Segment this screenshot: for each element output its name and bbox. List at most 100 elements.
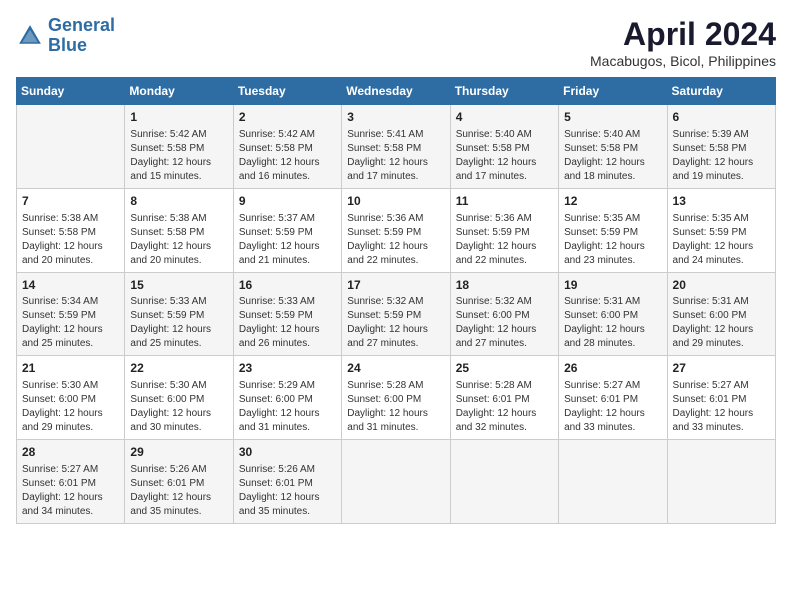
day-info: Sunrise: 5:26 AM Sunset: 6:01 PM Dayligh… <box>239 463 336 519</box>
day-info: Sunrise: 5:37 AM Sunset: 5:59 PM Dayligh… <box>239 212 336 268</box>
day-number: 13 <box>673 193 770 210</box>
day-info: Sunrise: 5:31 AM Sunset: 6:00 PM Dayligh… <box>673 295 770 351</box>
day-number: 27 <box>673 360 770 377</box>
day-info: Sunrise: 5:33 AM Sunset: 5:59 PM Dayligh… <box>239 295 336 351</box>
day-number: 11 <box>456 193 553 210</box>
header-wednesday: Wednesday <box>342 78 450 105</box>
calendar-row-1: 1 Sunrise: 5:42 AM Sunset: 5:58 PM Daylig… <box>17 105 776 189</box>
calendar-body: 1 Sunrise: 5:42 AM Sunset: 5:58 PM Daylig… <box>17 105 776 524</box>
day-info: Sunrise: 5:36 AM Sunset: 5:59 PM Dayligh… <box>456 212 553 268</box>
day-number: 24 <box>347 360 444 377</box>
calendar-row-3: 14Sunrise: 5:34 AM Sunset: 5:59 PM Dayli… <box>17 272 776 356</box>
calendar-cell <box>450 440 558 524</box>
day-number: 2 <box>239 109 336 126</box>
day-number: 12 <box>564 193 661 210</box>
calendar-cell: 6 Sunrise: 5:39 AM Sunset: 5:58 PM Daylig… <box>667 105 775 189</box>
day-info: Sunrise: 5:42 AM Sunset: 5:58 PM Dayligh… <box>130 128 227 184</box>
day-info: Sunrise: 5:28 AM Sunset: 6:00 PM Dayligh… <box>347 379 444 435</box>
day-number: 3 <box>347 109 444 126</box>
day-number: 25 <box>456 360 553 377</box>
calendar-cell: 22Sunrise: 5:30 AM Sunset: 6:00 PM Dayli… <box>125 356 233 440</box>
calendar-row-5: 28 Sunrise: 5:27 AM Sunset: 6:01 PM Dayli… <box>17 440 776 524</box>
calendar-cell: 4Sunrise: 5:40 AM Sunset: 5:58 PM Daylig… <box>450 105 558 189</box>
day-info: Sunrise: 5:35 AM Sunset: 5:59 PM Dayligh… <box>673 212 770 268</box>
header-saturday: Saturday <box>667 78 775 105</box>
calendar-cell: 25 Sunrise: 5:28 AM Sunset: 6:01 PM Dayli… <box>450 356 558 440</box>
day-number: 17 <box>347 277 444 294</box>
day-info: Sunrise: 5:32 AM Sunset: 5:59 PM Dayligh… <box>347 295 444 351</box>
day-info: Sunrise: 5:36 AM Sunset: 5:59 PM Dayligh… <box>347 212 444 268</box>
day-number: 14 <box>22 277 119 294</box>
day-number: 5 <box>564 109 661 126</box>
calendar-cell: 23 Sunrise: 5:29 AM Sunset: 6:00 PM Dayli… <box>233 356 341 440</box>
calendar-cell: 24 Sunrise: 5:28 AM Sunset: 6:00 PM Dayli… <box>342 356 450 440</box>
calendar-cell: 3 Sunrise: 5:41 AM Sunset: 5:58 PM Daylig… <box>342 105 450 189</box>
calendar-cell <box>342 440 450 524</box>
header-monday: Monday <box>125 78 233 105</box>
calendar-cell: 30Sunrise: 5:26 AM Sunset: 6:01 PM Dayli… <box>233 440 341 524</box>
calendar-cell <box>17 105 125 189</box>
day-info: Sunrise: 5:38 AM Sunset: 5:58 PM Dayligh… <box>130 212 227 268</box>
day-number: 23 <box>239 360 336 377</box>
calendar-cell: 5 Sunrise: 5:40 AM Sunset: 5:58 PM Daylig… <box>559 105 667 189</box>
day-number: 9 <box>239 193 336 210</box>
location-subtitle: Macabugos, Bicol, Philippines <box>590 53 776 69</box>
day-info: Sunrise: 5:30 AM Sunset: 6:00 PM Dayligh… <box>22 379 119 435</box>
day-info: Sunrise: 5:27 AM Sunset: 6:01 PM Dayligh… <box>673 379 770 435</box>
day-number: 4 <box>456 109 553 126</box>
day-number: 6 <box>673 109 770 126</box>
header-sunday: Sunday <box>17 78 125 105</box>
day-number: 8 <box>130 193 227 210</box>
day-info: Sunrise: 5:29 AM Sunset: 6:00 PM Dayligh… <box>239 379 336 435</box>
logo-line1: General <box>48 15 115 35</box>
day-number: 20 <box>673 277 770 294</box>
day-info: Sunrise: 5:27 AM Sunset: 6:01 PM Dayligh… <box>22 463 119 519</box>
day-number: 1 <box>130 109 227 126</box>
calendar-cell: 13 Sunrise: 5:35 AM Sunset: 5:59 PM Dayli… <box>667 188 775 272</box>
day-info: Sunrise: 5:26 AM Sunset: 6:01 PM Dayligh… <box>130 463 227 519</box>
calendar-cell: 27 Sunrise: 5:27 AM Sunset: 6:01 PM Dayli… <box>667 356 775 440</box>
calendar-cell: 26Sunrise: 5:27 AM Sunset: 6:01 PM Dayli… <box>559 356 667 440</box>
logo-text: General Blue <box>48 16 115 56</box>
header-thursday: Thursday <box>450 78 558 105</box>
calendar-row-4: 21 Sunrise: 5:30 AM Sunset: 6:00 PM Dayli… <box>17 356 776 440</box>
calendar-cell: 9 Sunrise: 5:37 AM Sunset: 5:59 PM Daylig… <box>233 188 341 272</box>
logo: General Blue <box>16 16 115 56</box>
day-number: 18 <box>456 277 553 294</box>
day-info: Sunrise: 5:28 AM Sunset: 6:01 PM Dayligh… <box>456 379 553 435</box>
calendar-cell: 29 Sunrise: 5:26 AM Sunset: 6:01 PM Dayli… <box>125 440 233 524</box>
day-number: 22 <box>130 360 227 377</box>
calendar-cell: 17Sunrise: 5:32 AM Sunset: 5:59 PM Dayli… <box>342 272 450 356</box>
logo-icon <box>16 22 44 50</box>
calendar-cell: 7Sunrise: 5:38 AM Sunset: 5:58 PM Daylig… <box>17 188 125 272</box>
day-number: 16 <box>239 277 336 294</box>
calendar-cell: 15Sunrise: 5:33 AM Sunset: 5:59 PM Dayli… <box>125 272 233 356</box>
day-info: Sunrise: 5:35 AM Sunset: 5:59 PM Dayligh… <box>564 212 661 268</box>
logo-line2: Blue <box>48 35 87 55</box>
calendar-cell: 28 Sunrise: 5:27 AM Sunset: 6:01 PM Dayli… <box>17 440 125 524</box>
title-block: April 2024 Macabugos, Bicol, Philippines <box>590 16 776 69</box>
calendar-cell: 21 Sunrise: 5:30 AM Sunset: 6:00 PM Dayli… <box>17 356 125 440</box>
calendar-cell <box>559 440 667 524</box>
calendar-cell: 14Sunrise: 5:34 AM Sunset: 5:59 PM Dayli… <box>17 272 125 356</box>
header-friday: Friday <box>559 78 667 105</box>
header-row: Sunday Monday Tuesday Wednesday Thursday… <box>17 78 776 105</box>
day-info: Sunrise: 5:34 AM Sunset: 5:59 PM Dayligh… <box>22 295 119 351</box>
day-info: Sunrise: 5:38 AM Sunset: 5:58 PM Dayligh… <box>22 212 119 268</box>
calendar-row-2: 7Sunrise: 5:38 AM Sunset: 5:58 PM Daylig… <box>17 188 776 272</box>
calendar-cell: 16Sunrise: 5:33 AM Sunset: 5:59 PM Dayli… <box>233 272 341 356</box>
calendar-cell: 19Sunrise: 5:31 AM Sunset: 6:00 PM Dayli… <box>559 272 667 356</box>
calendar-cell: 18Sunrise: 5:32 AM Sunset: 6:00 PM Dayli… <box>450 272 558 356</box>
day-info: Sunrise: 5:40 AM Sunset: 5:58 PM Dayligh… <box>564 128 661 184</box>
header-tuesday: Tuesday <box>233 78 341 105</box>
calendar-cell: 8 Sunrise: 5:38 AM Sunset: 5:58 PM Daylig… <box>125 188 233 272</box>
day-number: 26 <box>564 360 661 377</box>
day-info: Sunrise: 5:39 AM Sunset: 5:58 PM Dayligh… <box>673 128 770 184</box>
calendar-cell <box>667 440 775 524</box>
day-number: 21 <box>22 360 119 377</box>
day-number: 29 <box>130 444 227 461</box>
day-info: Sunrise: 5:41 AM Sunset: 5:58 PM Dayligh… <box>347 128 444 184</box>
calendar-header: Sunday Monday Tuesday Wednesday Thursday… <box>17 78 776 105</box>
day-number: 28 <box>22 444 119 461</box>
day-number: 19 <box>564 277 661 294</box>
